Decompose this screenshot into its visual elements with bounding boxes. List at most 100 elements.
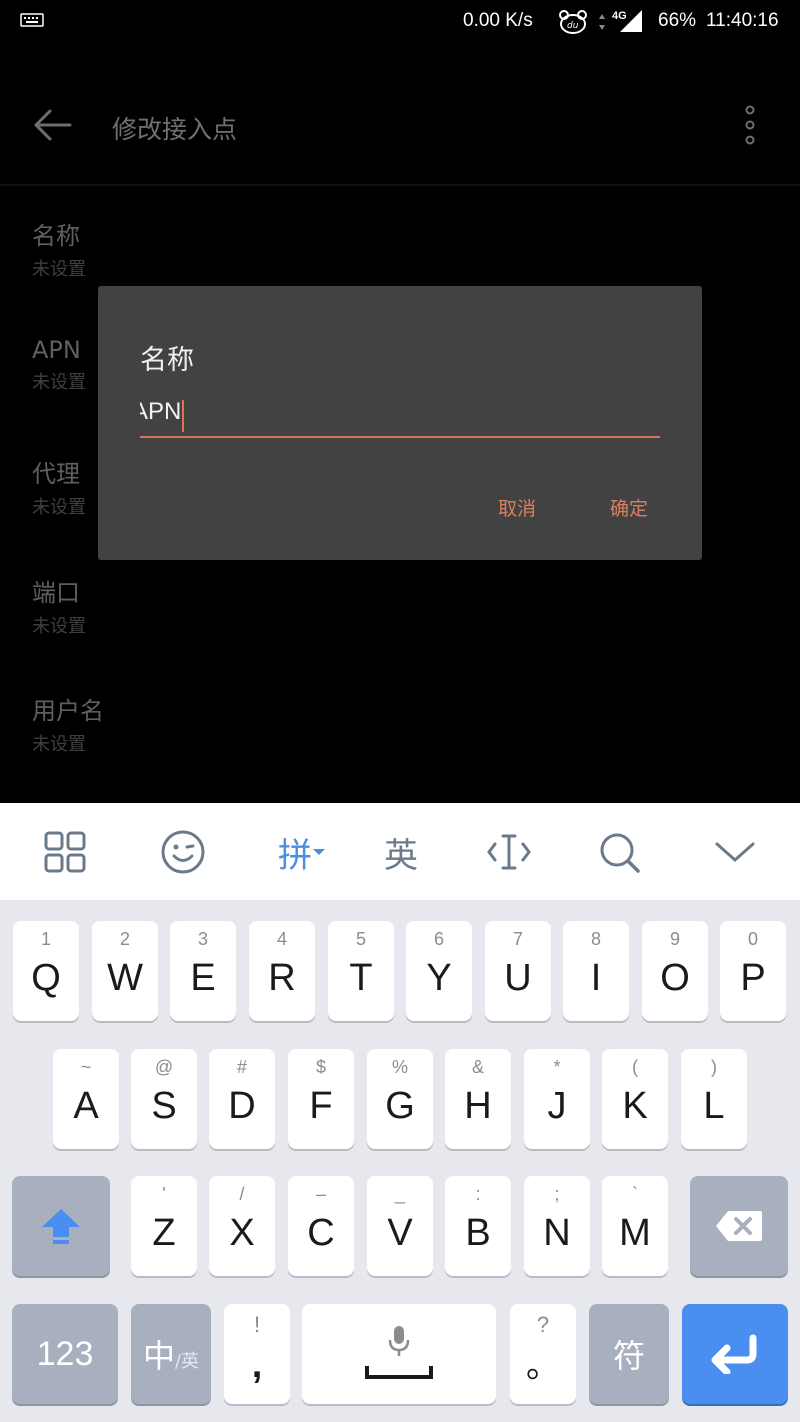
setting-item-name[interactable]: 名称 未设置 — [32, 216, 532, 281]
key-k[interactable]: (K — [602, 1049, 668, 1149]
back-arrow-icon[interactable] — [32, 104, 74, 146]
key-sub: ( — [632, 1057, 638, 1077]
key-sub: 3 — [197, 929, 208, 949]
keyboard-status-icon — [20, 13, 44, 27]
comma-key[interactable]: ! , — [224, 1304, 290, 1404]
key-e[interactable]: 3E — [170, 921, 236, 1021]
page-title: 修改接入点 — [112, 115, 238, 144]
pinyin-label: 拼 — [278, 835, 312, 876]
keyboard-toolbar: 拼 英 — [0, 803, 800, 900]
key-c[interactable]: – C — [288, 1176, 354, 1276]
english-small-label: /英 — [174, 1351, 200, 1372]
key-l[interactable]: ) L — [681, 1049, 747, 1149]
microphone-icon — [388, 1326, 410, 1356]
space-key[interactable] — [302, 1304, 496, 1404]
key-main: E — [190, 957, 216, 999]
key-sub: 8 — [590, 929, 601, 949]
setting-item-username[interactable]: 用户名 未设置 — [32, 691, 532, 756]
backspace-icon — [716, 1211, 762, 1241]
period-key[interactable]: ? 。 — [510, 1304, 576, 1404]
key-sub: : — [475, 1184, 481, 1204]
network-speed: 0.00 K/s — [463, 10, 533, 31]
key-g[interactable]: % G — [367, 1049, 433, 1149]
key-main: F — [309, 1085, 333, 1127]
shift-arrow-icon — [42, 1209, 80, 1244]
key-f[interactable]: $ F — [288, 1049, 354, 1149]
key-main: G — [385, 1085, 415, 1127]
key-s[interactable]: @ S — [131, 1049, 197, 1149]
key-main: N — [543, 1212, 571, 1254]
shift-key[interactable] — [12, 1176, 110, 1276]
cancel-button[interactable]: 取消 — [498, 494, 536, 521]
enter-key[interactable] — [682, 1304, 788, 1404]
english-label: 英 — [384, 835, 418, 876]
key-main: R — [268, 957, 296, 999]
cursor-move-button[interactable] — [484, 827, 534, 877]
key-a[interactable]: ~ A — [53, 1049, 119, 1149]
key-w[interactable]: 2W — [92, 921, 158, 1021]
key-p[interactable]: 0P — [720, 921, 786, 1021]
confirm-button[interactable]: 确定 — [610, 494, 648, 521]
collapse-keyboard-button[interactable] — [710, 827, 760, 877]
key-v[interactable]: _ V — [367, 1176, 433, 1276]
key-main: U — [504, 957, 532, 999]
enter-arrow-icon — [711, 1334, 757, 1374]
key-sub: ` — [632, 1184, 638, 1204]
emoji-button[interactable] — [158, 827, 208, 877]
more-vert-icon[interactable] — [736, 104, 764, 146]
key-sub: ! — [253, 1312, 261, 1337]
key-y[interactable]: 6Y — [406, 921, 472, 1021]
symbols-key-label: 符 — [612, 1337, 645, 1375]
key-q[interactable]: 1Q — [13, 921, 79, 1021]
key-main: W — [107, 957, 143, 999]
key-sub: # — [236, 1057, 247, 1077]
key-u[interactable]: 7U — [485, 921, 551, 1021]
name-input[interactable]: APN — [140, 388, 660, 438]
setting-label: 端口 — [32, 579, 80, 607]
setting-item-port[interactable]: 端口 未设置 — [32, 573, 532, 638]
key-main: , — [251, 1344, 263, 1386]
key-main: M — [619, 1212, 651, 1254]
key-r[interactable]: 4R — [249, 921, 315, 1021]
app-bar: 修改接入点 — [0, 44, 800, 186]
key-m[interactable]: ` M — [602, 1176, 668, 1276]
key-sub: 4 — [276, 929, 287, 949]
key-z[interactable]: ' Z — [131, 1176, 197, 1276]
backspace-key[interactable] — [690, 1176, 788, 1276]
key-d[interactable]: # D — [209, 1049, 275, 1149]
key-main: A — [73, 1085, 99, 1127]
emoji-wink-icon — [161, 830, 205, 874]
key-x[interactable]: / X — [209, 1176, 275, 1276]
key-main: 。 — [526, 1347, 560, 1385]
key-sub: – — [315, 1184, 326, 1204]
key-j[interactable]: * J — [524, 1049, 590, 1149]
pinyin-mode-button[interactable]: 拼 — [270, 827, 334, 877]
key-main: C — [307, 1212, 335, 1254]
key-sub: 0 — [747, 929, 758, 949]
menu-grid-button[interactable] — [40, 827, 90, 877]
key-h[interactable]: & H — [445, 1049, 511, 1149]
name-input-value: APN — [140, 398, 182, 425]
key-i[interactable]: 8I — [563, 921, 629, 1021]
key-b[interactable]: :B — [445, 1176, 511, 1276]
text-caret — [182, 400, 184, 432]
grid-icon — [44, 831, 86, 873]
key-t[interactable]: 5T — [328, 921, 394, 1021]
language-switch-key[interactable]: 中 /英 — [131, 1304, 211, 1404]
key-sub: 9 — [669, 929, 680, 949]
key-sub: ; — [554, 1184, 560, 1204]
key-sub: ) — [711, 1057, 717, 1077]
english-mode-button[interactable]: 英 — [376, 827, 426, 877]
key-main: Z — [152, 1212, 176, 1254]
numbers-key[interactable]: 123 — [12, 1304, 118, 1404]
setting-value: 未设置 — [32, 734, 86, 755]
key-n[interactable]: ; N — [524, 1176, 590, 1276]
key-main: L — [703, 1085, 725, 1127]
key-sub: ~ — [80, 1057, 92, 1077]
numbers-key-label: 123 — [36, 1334, 94, 1373]
key-main: Q — [31, 957, 61, 999]
search-button[interactable] — [594, 827, 644, 877]
symbols-key[interactable]: 符 — [589, 1304, 669, 1404]
key-o[interactable]: 9O — [642, 921, 708, 1021]
text-cursor-icon — [487, 834, 531, 870]
